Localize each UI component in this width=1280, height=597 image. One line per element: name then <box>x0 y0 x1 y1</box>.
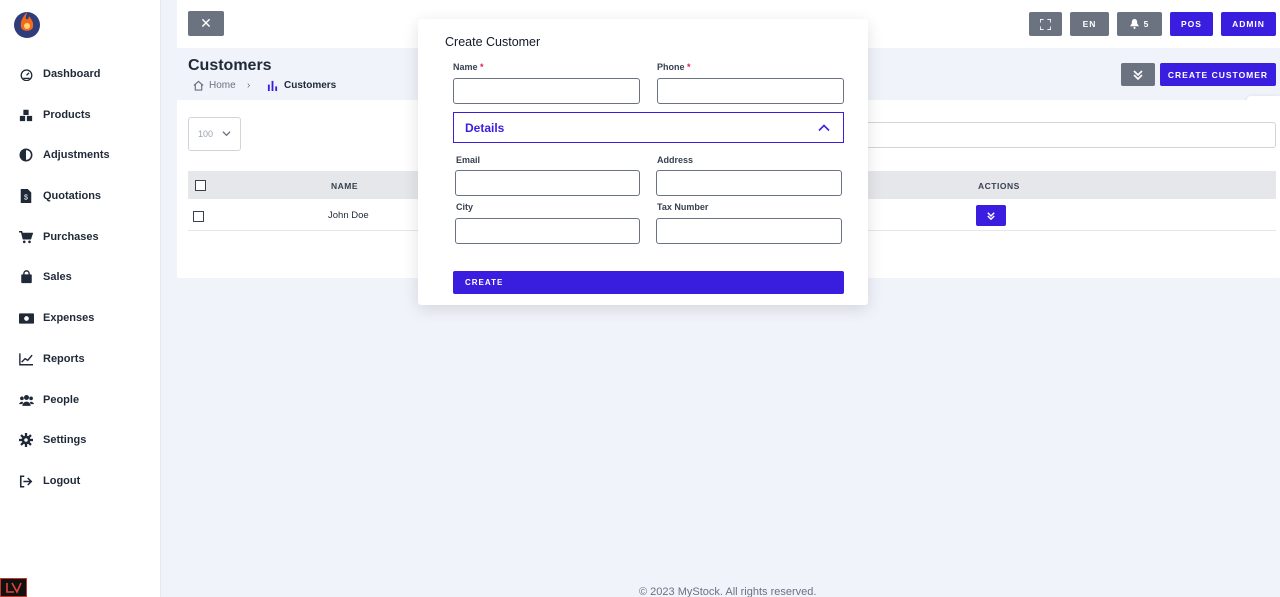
per-page-select[interactable]: 100 <box>188 117 241 151</box>
products-icon <box>18 107 34 123</box>
sidebar-item-products[interactable]: Products <box>18 104 91 126</box>
name-field[interactable] <box>453 78 640 104</box>
quotations-icon: $ <box>18 188 34 204</box>
email-field[interactable] <box>455 170 640 196</box>
sidebar-item-logout[interactable]: Logout <box>18 470 80 492</box>
sidebar-item-people[interactable]: People <box>18 389 79 411</box>
sidebar-item-reports[interactable]: Reports <box>18 348 85 370</box>
sidebar-item-label: Reports <box>43 353 85 365</box>
required-marker: * <box>687 62 691 72</box>
search-input[interactable] <box>860 122 1276 148</box>
sidebar-item-purchases[interactable]: Purchases <box>18 226 99 248</box>
select-all-checkbox[interactable] <box>195 180 206 191</box>
pos-button[interactable]: POS <box>1170 12 1213 36</box>
sidebar-item-label: Settings <box>43 434 87 446</box>
phone-field[interactable] <box>657 78 844 104</box>
shopping-bag-icon <box>18 269 34 285</box>
chart-bar-icon <box>267 80 278 91</box>
chevron-double-down-icon <box>987 211 995 220</box>
fullscreen-icon <box>1040 18 1051 30</box>
per-page-value: 100 <box>198 129 214 139</box>
bell-icon <box>1129 19 1139 29</box>
city-label: City <box>456 202 474 212</box>
app-logo[interactable] <box>12 8 42 38</box>
row-actions-button[interactable] <box>976 205 1006 226</box>
language-button[interactable]: EN <box>1070 12 1109 36</box>
breadcrumb-home-label: Home <box>209 80 236 91</box>
sidebar-item-label: Expenses <box>43 312 95 324</box>
tax-number-field[interactable] <box>656 218 842 244</box>
close-sidebar-button[interactable]: ✕ <box>188 11 224 36</box>
breadcrumb-home[interactable]: Home <box>193 80 236 91</box>
sidebar-item-expenses[interactable]: Expenses <box>18 307 94 329</box>
sidebar-item-label: Quotations <box>43 190 102 202</box>
sidebar-item-sales[interactable]: Sales <box>18 266 72 288</box>
chevron-down-icon <box>222 131 231 137</box>
notifications-button[interactable]: 5 <box>1117 12 1162 36</box>
debug-bar-icon[interactable] <box>0 578 27 597</box>
close-icon: ✕ <box>200 15 212 31</box>
svg-text:$: $ <box>24 195 28 202</box>
email-label: Email <box>456 155 481 165</box>
phone-label-text: Phone <box>657 62 685 72</box>
column-header-name[interactable]: NAME <box>331 181 358 191</box>
address-field[interactable] <box>656 170 842 196</box>
breadcrumb-separator: › <box>247 80 251 91</box>
collapse-filters-button[interactable] <box>1121 63 1155 86</box>
create-button[interactable]: CREATE <box>453 271 844 294</box>
sidebar-item-label: Products <box>43 109 91 121</box>
city-field[interactable] <box>455 218 640 244</box>
sidebar-item-label: Logout <box>43 475 81 487</box>
money-icon <box>18 310 34 326</box>
admin-menu-button[interactable]: ADMIN <box>1221 12 1276 36</box>
notification-count: 5 <box>1143 19 1150 29</box>
page-title: Customers <box>188 57 272 74</box>
sidebar-item-settings[interactable]: Settings <box>18 429 86 451</box>
sidebar-item-dashboard[interactable]: Dashboard <box>18 63 100 85</box>
chevron-up-icon <box>818 124 830 132</box>
users-icon <box>18 392 34 408</box>
cart-icon <box>18 229 34 245</box>
logout-icon <box>18 473 34 489</box>
create-customer-button[interactable]: CREATE CUSTOMER <box>1160 63 1276 86</box>
details-accordion-toggle[interactable]: Details <box>453 112 844 143</box>
breadcrumb-current-label: Customers <box>284 80 337 91</box>
sidebar: Dashboard Products Adjustments $ Quotati… <box>0 0 161 597</box>
customer-name-cell: John Doe <box>328 210 369 221</box>
sidebar-item-label: Adjustments <box>43 149 110 161</box>
phone-label: Phone * <box>657 62 691 72</box>
column-header-actions: ACTIONS <box>978 181 1020 191</box>
required-marker: * <box>480 62 484 72</box>
fullscreen-button[interactable] <box>1029 12 1062 36</box>
dashboard-icon <box>18 66 34 82</box>
sidebar-item-label: People <box>43 394 80 406</box>
sidebar-item-quotations[interactable]: $ Quotations <box>18 185 101 207</box>
gear-icon <box>18 432 34 448</box>
details-label: Details <box>465 120 505 135</box>
address-label: Address <box>657 155 694 165</box>
sidebar-item-label: Dashboard <box>43 68 101 80</box>
home-icon <box>193 80 204 91</box>
sidebar-item-adjustments[interactable]: Adjustments <box>18 144 110 166</box>
name-label-text: Name <box>453 62 478 72</box>
chevron-double-down-icon <box>1133 69 1143 80</box>
adjustments-icon <box>18 147 34 163</box>
name-label: Name * <box>453 62 484 72</box>
breadcrumb-current: Customers <box>267 80 336 91</box>
tax-number-label: Tax Number <box>657 202 709 212</box>
footer-copyright: © 2023 MyStock. All rights reserved. <box>639 586 817 597</box>
chart-line-icon <box>18 351 34 367</box>
modal-title: Create Customer <box>445 35 541 49</box>
sidebar-item-label: Purchases <box>43 231 99 243</box>
row-checkbox[interactable] <box>193 211 204 222</box>
create-customer-modal <box>418 19 868 305</box>
sidebar-item-label: Sales <box>43 271 72 283</box>
